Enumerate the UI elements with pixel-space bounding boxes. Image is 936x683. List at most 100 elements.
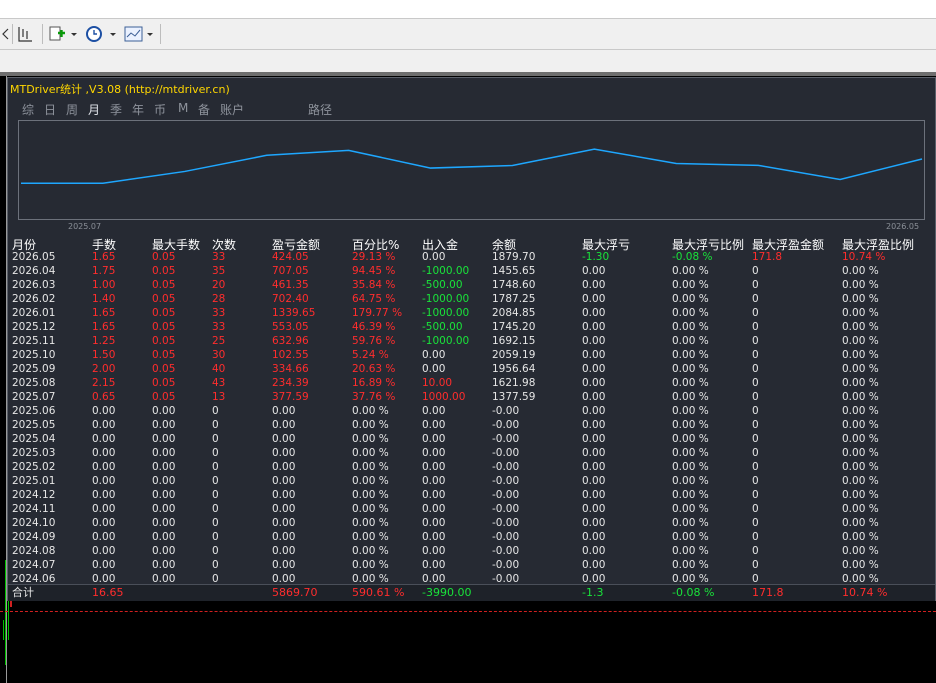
- table-cell: 0: [212, 419, 219, 431]
- table-cell: 0.00: [582, 559, 606, 571]
- table-cell: 0.00 %: [352, 559, 389, 571]
- table-cell: 0.00 %: [352, 447, 389, 459]
- table-row: 2026.04 1.75 0.05 35 707.05 94.45 % -1000.00 14…: [8, 264, 935, 278]
- clock-icon[interactable]: [84, 23, 118, 45]
- table-cell: 0.00 %: [352, 531, 389, 543]
- table-cell: 0.00: [92, 489, 116, 501]
- table-cell: 334.66: [272, 363, 309, 375]
- table-cell: 0.00 %: [672, 349, 709, 361]
- table-cell: 0: [752, 321, 759, 333]
- table-cell: 0.00 %: [842, 489, 879, 501]
- table-cell: 0: [752, 265, 759, 277]
- table-cell: 0.00: [272, 447, 296, 459]
- table-cell: -0.00: [492, 517, 520, 529]
- table-cell: 0.00: [582, 517, 606, 529]
- table-cell: 0.00: [422, 503, 446, 515]
- table-cell: 0: [752, 279, 759, 291]
- tab-9[interactable]: 账户: [220, 101, 244, 118]
- table-cell: 0.00: [422, 349, 446, 361]
- panel-title: MTDriver统计 ,V3.08 (http://mtdriver.cn): [10, 83, 230, 96]
- table-cell: 0.00 %: [672, 545, 709, 557]
- table-row: 2025.02 0.00 0.00 0 0.00 0.00 % 0.00 -0.00 0.00 0…: [8, 460, 935, 474]
- table-cell: 0.00 %: [842, 503, 879, 515]
- table-cell: 2.15: [92, 377, 116, 389]
- table-cell: 0.00 %: [352, 503, 389, 515]
- table-cell: 0.00: [92, 461, 116, 473]
- tab-6[interactable]: 币: [154, 101, 166, 118]
- zoom-out-icon[interactable]: [0, 23, 10, 45]
- table-cell: 461.35: [272, 279, 309, 291]
- table-row: 2024.11 0.00 0.00 0 0.00 0.00 % 0.00 -0.00 0.00 0…: [8, 502, 935, 516]
- table-cell: 0.00: [422, 447, 446, 459]
- tab-0[interactable]: 综: [22, 101, 34, 118]
- table-cell: 0.00 %: [672, 363, 709, 375]
- tab-10[interactable]: 路径: [308, 101, 332, 118]
- table-cell: 0.00 %: [842, 405, 879, 417]
- table-row: 2024.10 0.00 0.00 0 0.00 0.00 % 0.00 -0.00 0.00 0…: [8, 516, 935, 530]
- total-label: 合计: [12, 586, 34, 599]
- tab-3[interactable]: 月: [88, 101, 100, 118]
- table-cell: 0.00 %: [842, 475, 879, 487]
- total-cell: -1.3: [582, 586, 604, 599]
- table-cell: 0.00 %: [352, 475, 389, 487]
- tab-7[interactable]: M: [178, 101, 188, 115]
- table-cell: 0.00: [152, 405, 176, 417]
- table-cell: 0.00 %: [842, 321, 879, 333]
- table-cell: 0.00: [422, 433, 446, 445]
- table-cell: 377.59: [272, 391, 309, 403]
- table-cell: 0.00: [92, 503, 116, 515]
- table-cell: 0: [752, 559, 759, 571]
- table-cell: 0.00 %: [842, 461, 879, 473]
- table-cell: 0.00 %: [842, 279, 879, 291]
- table-cell: 102.55: [272, 349, 309, 361]
- table-cell: 424.05: [272, 251, 309, 263]
- table-cell: 171.8: [752, 251, 783, 263]
- table-cell: 2025.02: [12, 461, 56, 473]
- table-cell: 0: [752, 307, 759, 319]
- table-cell: 0.05: [152, 307, 176, 319]
- table-row: 2025.08 2.15 0.05 43 234.39 16.89 % 10.00 1621.…: [8, 376, 935, 390]
- table-cell: 1787.25: [492, 293, 536, 305]
- table-cell: 0: [752, 503, 759, 515]
- table-cell: 1.50: [92, 349, 116, 361]
- add-indicator-icon[interactable]: [48, 23, 78, 45]
- table-cell: 0.00 %: [842, 307, 879, 319]
- chart-template-icon[interactable]: [124, 23, 156, 45]
- table-cell: 0.00 %: [672, 335, 709, 347]
- table-cell: 1692.15: [492, 335, 536, 347]
- table-cell: 1.75: [92, 265, 116, 277]
- table-cell: 0.05: [152, 251, 176, 263]
- table-cell: 0.00 %: [672, 279, 709, 291]
- table-cell: 0: [752, 433, 759, 445]
- tab-5[interactable]: 年: [132, 101, 144, 118]
- table-cell: 0.00 %: [352, 419, 389, 431]
- tab-2[interactable]: 周: [66, 101, 78, 118]
- table-cell: 2025.12: [12, 321, 56, 333]
- table-cell: 0.00: [422, 419, 446, 431]
- table-cell: 0.00: [92, 559, 116, 571]
- table-cell: 0.05: [152, 377, 176, 389]
- table-cell: 2025.07: [12, 391, 56, 403]
- table-cell: 0: [752, 377, 759, 389]
- table-cell: 0.00 %: [672, 391, 709, 403]
- tab-1[interactable]: 日: [44, 101, 56, 118]
- table-cell: 0.00 %: [672, 517, 709, 529]
- balance-line: [21, 148, 923, 184]
- tab-8[interactable]: 备: [198, 101, 210, 118]
- table-cell: 0.00: [152, 475, 176, 487]
- table-cell: 0.00: [422, 517, 446, 529]
- table-cell: 0.00 %: [842, 517, 879, 529]
- table-cell: 0.05: [152, 363, 176, 375]
- table-cell: 1748.60: [492, 279, 536, 291]
- table-cell: 0.00 %: [842, 545, 879, 557]
- crosshair-icon[interactable]: [14, 23, 36, 45]
- toolbar-separator: [42, 24, 43, 44]
- tab-4[interactable]: 季: [110, 101, 122, 118]
- table-cell: 0.00 %: [672, 559, 709, 571]
- table-cell: 0.00: [422, 531, 446, 543]
- table-cell: -1000.00: [422, 293, 470, 305]
- table-cell: 37.76 %: [352, 391, 396, 403]
- table-cell: 0.00 %: [842, 265, 879, 277]
- table-cell: 234.39: [272, 377, 309, 389]
- table-row: 2025.03 0.00 0.00 0 0.00 0.00 % 0.00 -0.00 0.00 0…: [8, 446, 935, 460]
